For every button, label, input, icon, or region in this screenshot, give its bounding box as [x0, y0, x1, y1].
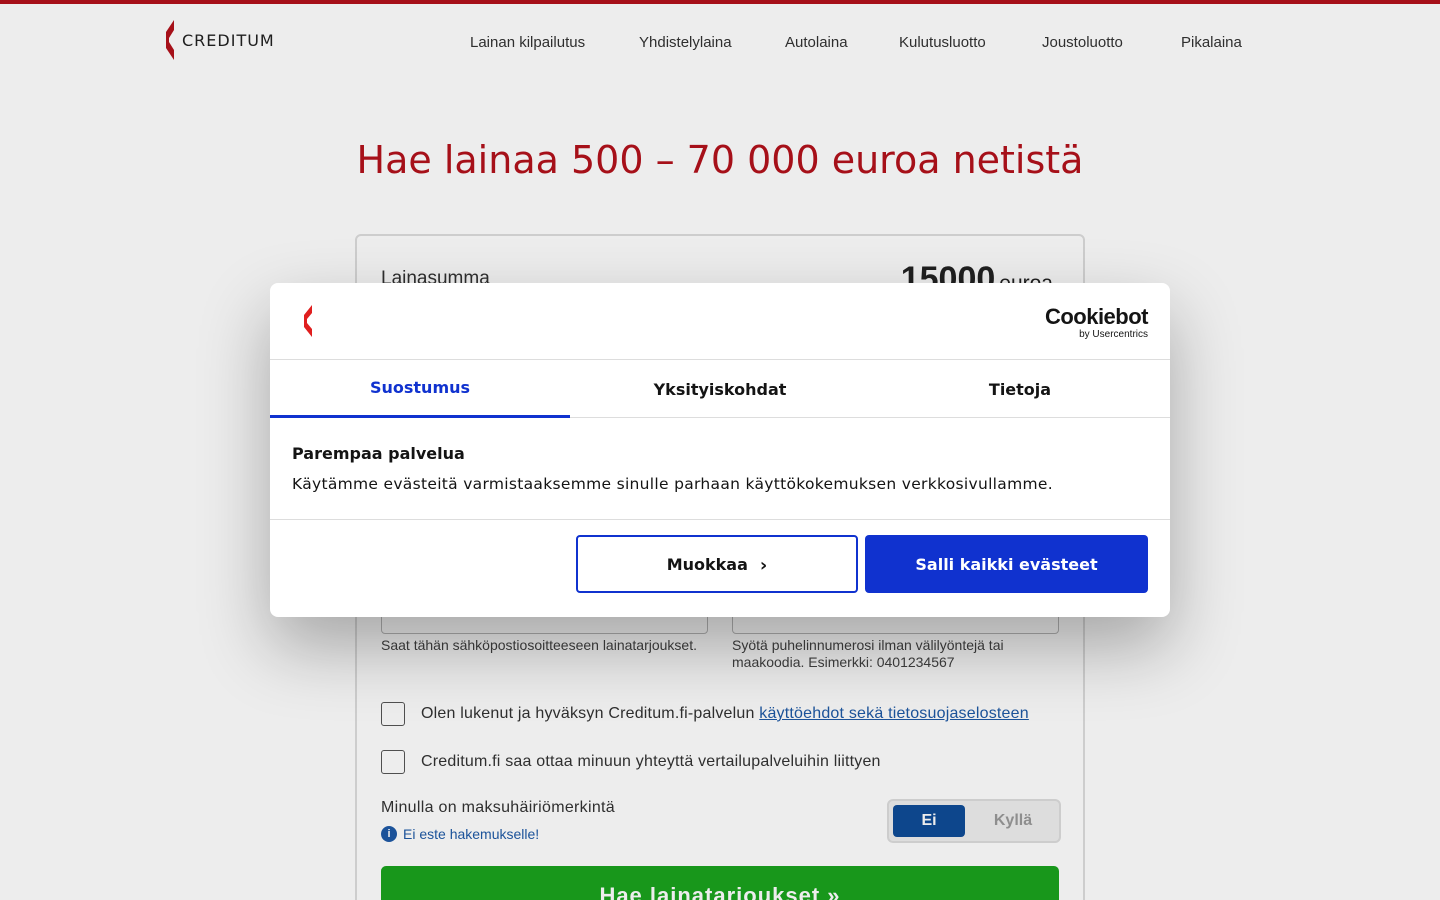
cookie-dialog-header: Cookiebot by Usercentrics — [270, 283, 1170, 360]
creditum-logo-icon — [304, 305, 312, 337]
allow-all-cookies-button[interactable]: Salli kaikki evästeet — [865, 535, 1148, 593]
cookie-dialog-title: Parempaa palvelua — [292, 444, 465, 463]
customize-button[interactable]: Muokkaa › — [576, 535, 858, 593]
customize-button-label: Muokkaa — [666, 554, 748, 574]
tab-tietoja[interactable]: Tietoja — [870, 360, 1170, 418]
tab-yksityiskohdat[interactable]: Yksityiskohdat — [570, 360, 870, 418]
cookie-dialog-tabs: Suostumus Yksityiskohdat Tietoja — [270, 360, 1170, 418]
chevron-right-icon: › — [759, 555, 768, 576]
cookiebot-brand-sub: by Usercentrics — [1079, 329, 1148, 340]
cookiebot-brand-name: Cookiebot — [1044, 304, 1149, 329]
cookie-dialog-text: Käytämme evästeitä varmistaaksemme sinul… — [292, 475, 1053, 493]
tab-suostumus[interactable]: Suostumus — [270, 360, 570, 418]
cookie-dialog-divider — [270, 519, 1170, 520]
cookie-consent-dialog: Cookiebot by Usercentrics Suostumus Yksi… — [270, 283, 1170, 617]
cookiebot-logo: Cookiebot by Usercentrics — [1044, 304, 1149, 341]
